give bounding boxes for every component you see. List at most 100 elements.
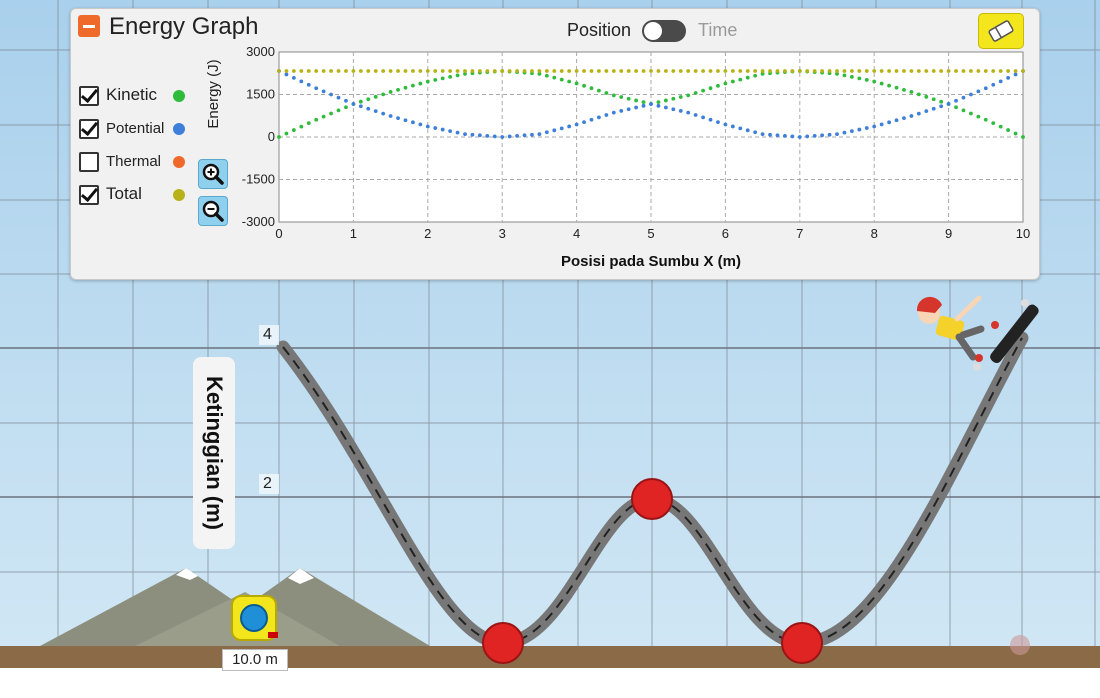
data-point-potential [470,132,475,137]
data-point-potential [589,117,594,122]
data-point-total [879,69,884,73]
data-point-kinetic [931,97,936,102]
data-point-kinetic [872,79,877,84]
data-point-total [403,69,408,73]
data-point-potential [842,130,847,135]
y-tick-label: -1500 [242,172,275,187]
data-point-total [634,69,639,73]
data-point-kinetic [604,91,609,95]
data-point-potential [976,89,981,94]
data-point-total [708,69,713,73]
x-tick-label: 10 [1016,226,1030,241]
y-tick-label: 0 [268,129,275,144]
data-point-total [887,69,891,73]
data-point-total [946,69,951,73]
data-point-potential [388,114,393,118]
data-point-potential [894,118,899,123]
data-point-total [440,69,445,73]
data-point-potential [552,128,557,133]
data-point-potential [1013,72,1018,77]
data-point-total [954,69,958,73]
ground [0,646,1100,668]
data-point-potential [768,132,772,137]
x-tick-label: 7 [796,226,803,241]
data-point-potential [849,129,854,134]
data-point-kinetic [954,105,958,110]
data-point-total [589,69,594,73]
data-point-total [902,69,906,73]
data-point-total [373,69,378,73]
data-point-total [626,69,631,73]
data-point-total [619,69,624,73]
data-point-total [730,69,735,73]
data-point-potential [530,132,534,137]
x-tick-label: 0 [275,226,282,241]
data-point-kinetic [1013,131,1018,136]
data-point-potential [835,132,839,137]
data-point-total [552,69,557,73]
data-point-total [299,69,304,73]
data-point-total [492,69,497,73]
data-point-total [671,69,676,73]
data-point-potential [574,122,579,127]
data-point-potential [730,124,735,129]
data-point-potential [544,130,549,135]
data-point-total [976,69,981,73]
track-control-point[interactable] [781,622,823,664]
height-tick-label: 2 [263,475,272,492]
data-point-total [463,69,467,73]
data-point-kinetic [277,135,281,139]
data-point-kinetic [969,111,973,116]
data-point-kinetic [336,108,341,113]
data-point-potential [864,126,869,130]
data-point-total [678,69,683,73]
x-tick-label: 6 [722,226,729,241]
data-point-potential [604,113,609,117]
data-point-total [805,69,810,73]
data-point-kinetic [597,88,601,93]
data-point-potential [916,111,921,116]
tape-measure[interactable] [230,594,278,644]
data-point-potential [693,113,698,117]
data-point-potential [463,132,467,137]
data-point-kinetic [358,99,363,104]
data-point-potential [373,109,378,114]
x-tick-label: 9 [945,226,952,241]
data-point-total [611,69,616,73]
data-point-kinetic [559,77,564,82]
data-point-potential [634,105,639,110]
track-control-point[interactable] [631,478,673,520]
data-point-potential [641,103,646,108]
data-point-potential [872,124,877,129]
data-point-potential [857,127,862,132]
x-tick-label: 1 [350,226,357,241]
data-point-kinetic [344,105,348,110]
track-control-point[interactable] [482,622,524,664]
data-point-kinetic [924,94,929,99]
data-point-potential [500,135,505,139]
data-point-total [969,69,973,73]
data-point-potential [716,120,720,125]
data-point-potential [411,120,415,125]
x-tick-label: 8 [871,226,878,241]
energy-graph-panel: Energy Graph Position Time Kinetic Poten… [70,8,1040,280]
data-point-total [701,69,705,73]
data-point-potential [797,135,802,139]
data-point-total [783,69,787,73]
data-point-total [939,69,944,73]
data-point-total [336,69,341,73]
data-point-total [477,69,482,73]
data-point-kinetic [671,96,676,101]
data-point-total [760,69,765,73]
data-point-total [1021,69,1025,73]
data-point-kinetic [857,76,862,81]
data-point-total [522,69,527,73]
data-point-total [864,69,869,73]
data-point-kinetic [939,99,944,104]
track-end-marker[interactable] [1010,635,1030,655]
data-point-potential [336,95,341,100]
data-point-potential [351,101,356,106]
data-point-total [916,69,921,73]
data-point-potential [790,134,795,139]
data-point-kinetic [589,86,594,91]
